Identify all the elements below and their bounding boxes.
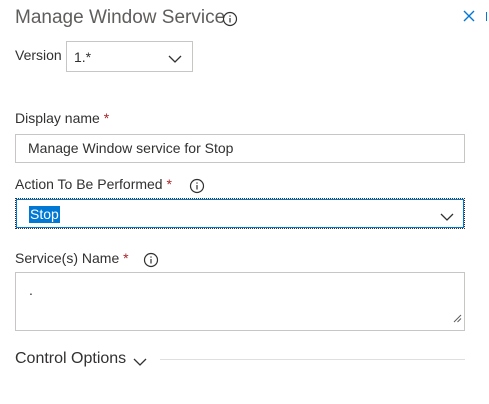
chevron-down-icon[interactable] xyxy=(133,354,147,372)
control-options-toggle[interactable]: Control Options xyxy=(15,350,126,368)
action-label: Action To Be Performed * xyxy=(15,176,172,192)
service-name-value: . xyxy=(29,282,33,298)
action-dropdown[interactable]: Stop xyxy=(15,198,465,229)
section-divider xyxy=(160,359,465,360)
version-label: Version xyxy=(15,47,62,63)
required-marker: * xyxy=(123,250,129,266)
version-value: 1.* xyxy=(74,49,92,65)
service-name-textarea[interactable]: . xyxy=(15,272,465,331)
action-info-icon[interactable] xyxy=(189,177,205,195)
action-selected-value: Stop xyxy=(29,206,60,223)
display-name-input[interactable]: Manage Window service for Stop xyxy=(15,134,465,163)
resize-grip-icon[interactable] xyxy=(453,310,462,328)
service-name-info-icon[interactable] xyxy=(143,251,159,269)
display-name-label: Display name * xyxy=(15,110,110,126)
version-dropdown[interactable]: 1.* xyxy=(66,41,193,72)
panel-edge-marker xyxy=(486,12,487,21)
required-marker: * xyxy=(166,176,172,192)
panel-title: Manage Window Service xyxy=(15,7,226,28)
title-info-icon[interactable] xyxy=(222,10,238,26)
service-name-label: Service(s) Name * xyxy=(15,250,129,266)
close-icon[interactable] xyxy=(461,8,477,24)
chevron-down-icon xyxy=(168,51,182,69)
chevron-down-icon xyxy=(440,209,454,227)
required-marker: * xyxy=(103,110,110,126)
